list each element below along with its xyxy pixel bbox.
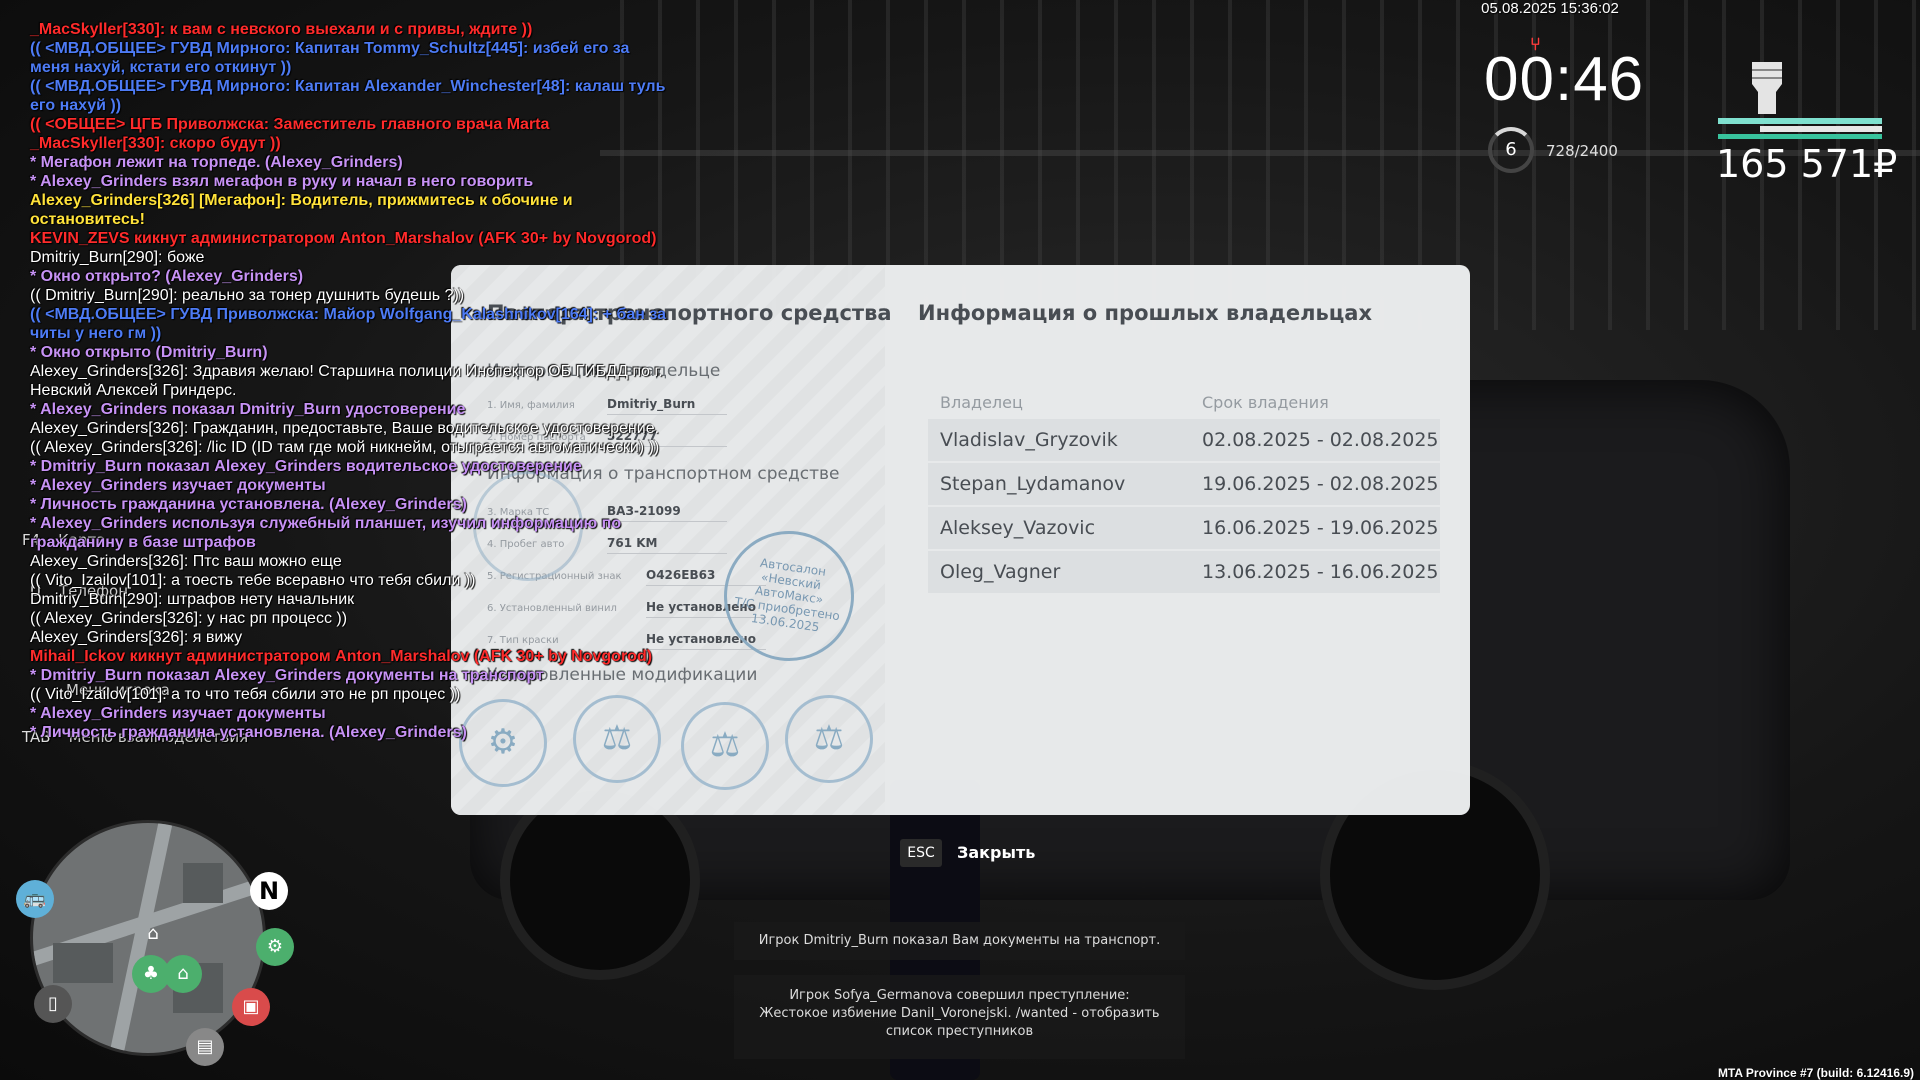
owner-period: 02.08.2025 - 02.08.2025	[1202, 429, 1439, 451]
notification: Игрок Dmitriy_Burn показал Вам документы…	[734, 922, 1185, 960]
chat-line: (( <ОБЩЕЕ> ЦГБ Приволжска: Заместитель г…	[30, 116, 554, 152]
datetime: 05.08.2025 15:36:02	[1481, 0, 1619, 17]
house-icon: ⌂	[147, 923, 159, 944]
chat-line: KEVIN_ZEVS кикнут администратором Anton_…	[30, 230, 657, 247]
owner-name: Vladislav_Gryzovik	[940, 429, 1118, 451]
xp-counter: 728/2400	[1546, 142, 1618, 160]
chat-line: _MacSkyller[330]: к вам с невского выеха…	[30, 21, 533, 38]
bus-icon: 🚌	[16, 880, 54, 918]
chat-line: (( Vito_Izailov[101]: а тоесть тебе всер…	[30, 572, 476, 589]
col-owner-header: Владелец	[940, 392, 1023, 412]
notification: Игрок Sofya_Germanova совершил преступле…	[734, 975, 1185, 1059]
chat-line: * Мегафон лежит на торпеде. (Alexey_Grin…	[30, 154, 403, 171]
owner-name: Stepan_Lydamanov	[940, 473, 1126, 495]
chat-line: Alexey_Grinders[326]: Птс ваш можно еще	[30, 553, 342, 570]
owner-row: Stepan_Lydamanov 19.06.2025 - 02.08.2025	[928, 463, 1440, 505]
chat-line: * Личность гражданина установлена. (Alex…	[30, 496, 467, 513]
owner-name: Oleg_Vagner	[940, 561, 1061, 583]
home-icon: ⌂	[164, 955, 202, 993]
garage-icon: ⚙	[256, 928, 294, 966]
chat-line: Alexey_Grinders[326]: я вижу	[30, 629, 243, 646]
chat-line: * Dmitriy_Burn показал Alexey_Grinders в…	[30, 458, 582, 475]
phone-icon: ▯	[34, 985, 72, 1023]
esc-key[interactable]: ESC	[900, 839, 942, 867]
chat-line: * Окно открыто (Dmitriy_Burn)	[30, 344, 268, 361]
health-bar	[1718, 118, 1882, 124]
map-block	[53, 943, 113, 983]
money: 165 571₽	[1716, 142, 1898, 186]
armor-bar	[1760, 126, 1882, 132]
owners-title: Информация о прошлых владельцах	[918, 301, 1373, 325]
chat-line: (( Dmitriy_Burn[290]: реально за тонер д…	[30, 287, 465, 304]
chat-line: * Alexey_Grinders изучает документы	[30, 477, 326, 494]
chat-line: * Alexey_Grinders используя служебный пл…	[30, 515, 626, 551]
build-info: MTA Province #7 (build: 6.12416.9)	[1717, 1066, 1914, 1080]
owner-name: Aleksey_Vazovic	[940, 517, 1096, 539]
timer: 00:46	[1484, 45, 1645, 114]
mod-badge-icon: ⚖	[785, 695, 873, 783]
chat-line: (( Vito_Izailov[101]: а то что тебя сбил…	[30, 686, 461, 703]
chat-line: Mihail_Ickov кикнут администратором Anto…	[30, 648, 653, 665]
owner-period: 19.06.2025 - 02.08.2025	[1202, 473, 1439, 495]
owner-row: Aleksey_Vazovic 16.06.2025 - 19.06.2025	[928, 507, 1440, 549]
mod-badge-icon: ⚖	[681, 702, 769, 790]
shop-icon: ▣	[232, 988, 270, 1026]
owners-table-header: Владелец Срок владения	[928, 385, 1440, 419]
car-icon: ▤	[186, 1028, 224, 1066]
chat-line: * Alexey_Grinders изучает документы	[30, 705, 326, 722]
owner-row: Vladislav_Gryzovik 02.08.2025 - 02.08.202…	[928, 419, 1440, 461]
chat-line: Dmitriy_Burn[290]: штрафов нету начальни…	[30, 591, 355, 608]
fist-icon	[1752, 62, 1782, 114]
owner-period: 13.06.2025 - 16.06.2025	[1202, 561, 1439, 583]
chat-line: Alexey_Grinders[326]: Гражданин, предост…	[30, 420, 660, 437]
close-button[interactable]: Закрыть	[957, 843, 1035, 862]
chat-line: (( Alexey_Grinders[326]: /lic ID (ID там…	[30, 439, 660, 456]
chat-line: * Dmitriy_Burn показал Alexey_Grinders д…	[30, 667, 544, 684]
owners-table: Владелец Срок владения Vladislav_Gryzovi…	[928, 385, 1440, 595]
chat-line: (( <МВД.ОБЩЕЕ> ГУВД Мирного: Капитан Tom…	[30, 40, 634, 76]
owner-period: 16.06.2025 - 19.06.2025	[1202, 517, 1439, 539]
col-period-header: Срок владения	[1202, 392, 1329, 412]
chat-line: Dmitriy_Burn[290]: боже	[30, 249, 205, 266]
map-block	[183, 863, 223, 903]
chat-line: * Alexey_Grinders показал Dmitriy_Burn у…	[30, 401, 466, 418]
chat-line: * Alexey_Grinders взял мегафон в руку и …	[30, 173, 534, 190]
owner-row: Oleg_Vagner 13.06.2025 - 16.06.2025	[928, 551, 1440, 593]
chat-line: Alexey_Grinders[326]: Здравия желаю! Ста…	[30, 363, 668, 399]
chat-line: * Личность гражданина установлена. (Alex…	[30, 724, 467, 741]
north-indicator: N	[250, 872, 288, 910]
chat-line: * Окно открыто? (Alexey_Grinders)	[30, 268, 304, 285]
level-ring: 6	[1488, 127, 1534, 173]
chat-line: (( <МВД.ОБЩЕЕ> ГУВД Мирного: Капитан Ale…	[30, 78, 670, 114]
hunger-bar	[1718, 134, 1882, 139]
chat-log: _MacSkyller[330]: к вам с невского выеха…	[30, 20, 670, 742]
chat-line: (( Alexey_Grinders[326]: у нас рп процес…	[30, 610, 348, 627]
chat-line: (( <МВД.ОБЩЕЕ> ГУВД Приволжска: Майор Wo…	[30, 306, 671, 342]
chat-line: Alexey_Grinders[326] [Мегафон]: Водитель…	[30, 192, 578, 228]
